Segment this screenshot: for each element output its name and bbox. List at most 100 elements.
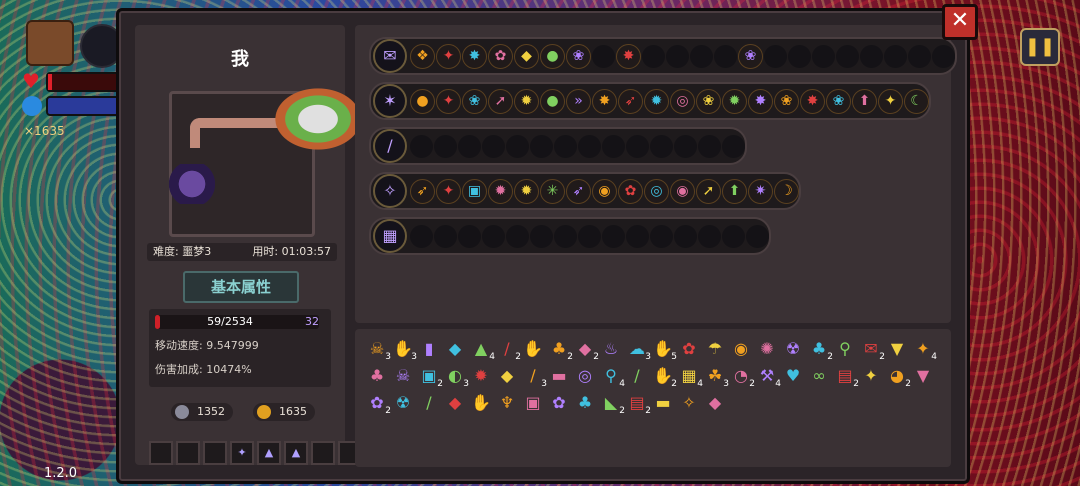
spell-slot[interactable]: ❖ — [410, 43, 435, 69]
inventory-item[interactable]: ◣ 2 — [599, 391, 625, 416]
inventory-item[interactable]: ◆ — [443, 337, 467, 360]
spell-slot[interactable]: ✹ — [514, 88, 539, 114]
inventory-item[interactable]: ♣ — [365, 364, 389, 387]
wand-icon[interactable]: ▦ — [373, 219, 407, 253]
spell-slot[interactable]: ❀ — [696, 88, 721, 114]
spell-slot[interactable]: ◆ — [514, 43, 539, 69]
spell-slot[interactable]: ▣ — [462, 178, 487, 204]
empty-spell-slot[interactable] — [602, 224, 625, 248]
inventory-item[interactable]: ▣ — [521, 391, 545, 414]
inventory-item[interactable]: ◆ — [443, 391, 467, 414]
empty-spell-slot[interactable] — [788, 44, 811, 68]
wand-icon[interactable]: / — [373, 129, 407, 163]
inventory-item[interactable]: ☠ — [391, 364, 415, 387]
inventory-item[interactable]: ♣ 2 — [807, 337, 833, 362]
inventory-item[interactable]: ✋ 5 — [651, 337, 677, 362]
spell-slot[interactable]: ✦ — [436, 43, 461, 69]
spell-slot[interactable]: ◉ — [670, 178, 695, 204]
inventory-item[interactable]: ◐ 3 — [443, 364, 469, 389]
spell-slot[interactable]: ✸ — [616, 43, 641, 69]
spell-slot[interactable]: ➶ — [618, 88, 643, 114]
inventory-item[interactable]: ✧ — [677, 391, 701, 414]
consumable-slot[interactable] — [149, 441, 173, 465]
spell-slot[interactable]: ✸ — [748, 88, 773, 114]
inventory-item[interactable]: ♨ — [599, 337, 623, 360]
inventory-item[interactable]: ✦ 4 — [911, 337, 937, 362]
empty-spell-slot[interactable] — [764, 44, 787, 68]
inventory-item[interactable]: ✋ — [469, 391, 493, 414]
spell-slot[interactable]: ✷ — [748, 178, 773, 204]
inventory-item[interactable]: / — [417, 391, 441, 414]
spell-slot[interactable]: ✳ — [540, 178, 565, 204]
consumable-slot[interactable] — [176, 441, 200, 465]
spell-slot[interactable]: ❀ — [774, 88, 799, 114]
inventory-item[interactable]: ♣ 2 — [547, 337, 573, 362]
wand-icon[interactable]: ✉ — [373, 39, 407, 73]
inventory-item[interactable]: ♥ — [781, 364, 805, 387]
inventory-item[interactable]: ▼ — [911, 364, 935, 387]
chest-icon[interactable] — [26, 20, 74, 66]
inventory-item[interactable]: ◎ — [573, 364, 597, 387]
spell-slot[interactable]: ◎ — [644, 178, 669, 204]
empty-spell-slot[interactable] — [530, 134, 553, 158]
spell-slot[interactable]: ✦ — [878, 88, 903, 114]
inventory-item[interactable]: ⚒ 4 — [755, 364, 781, 389]
spell-slot[interactable]: ✦ — [436, 88, 461, 114]
empty-spell-slot[interactable] — [458, 224, 481, 248]
empty-spell-slot[interactable] — [884, 44, 907, 68]
inventory-item[interactable]: ▤ 2 — [625, 391, 651, 416]
empty-spell-slot[interactable] — [482, 224, 505, 248]
inventory-item[interactable]: ✋ 3 — [391, 337, 417, 362]
empty-spell-slot[interactable] — [674, 134, 697, 158]
empty-spell-slot[interactable] — [690, 44, 713, 68]
empty-spell-slot[interactable] — [434, 134, 457, 158]
spell-slot[interactable]: ✸ — [592, 88, 617, 114]
empty-spell-slot[interactable] — [530, 224, 553, 248]
spell-slot[interactable]: ✹ — [644, 88, 669, 114]
inventory-item[interactable]: ⚲ 4 — [599, 364, 625, 389]
spell-slot[interactable]: ● — [540, 43, 565, 69]
spell-slot[interactable]: ◉ — [592, 178, 617, 204]
empty-spell-slot[interactable] — [746, 224, 769, 248]
consumable-slot[interactable]: ▲ — [284, 441, 308, 465]
spell-slot[interactable]: ✸ — [462, 43, 487, 69]
empty-spell-slot[interactable] — [458, 134, 481, 158]
inventory-item[interactable]: ☘ 3 — [703, 364, 729, 389]
inventory-item[interactable]: ▣ 2 — [417, 364, 443, 389]
inventory-item[interactable]: ▲ 4 — [469, 337, 495, 362]
inventory-item[interactable]: ◆ 2 — [573, 337, 599, 362]
empty-spell-slot[interactable] — [908, 44, 931, 68]
empty-spell-slot[interactable] — [642, 44, 665, 68]
empty-spell-slot[interactable] — [506, 224, 529, 248]
empty-spell-slot[interactable] — [932, 44, 955, 68]
empty-spell-slot[interactable] — [578, 224, 601, 248]
inventory-item[interactable]: ☢ — [781, 337, 805, 360]
inventory-item[interactable]: ☂ — [703, 337, 727, 360]
empty-spell-slot[interactable] — [714, 44, 737, 68]
spell-slot[interactable]: ● — [410, 88, 435, 114]
empty-spell-slot[interactable] — [860, 44, 883, 68]
spell-slot[interactable]: ☾ — [904, 88, 929, 114]
inventory-item[interactable]: ✉ 2 — [859, 337, 885, 362]
consumable-slot[interactable] — [203, 441, 227, 465]
empty-spell-slot[interactable] — [722, 134, 745, 158]
close-button[interactable]: ✕ — [942, 4, 978, 40]
spell-slot[interactable]: » — [566, 88, 591, 114]
inventory-item[interactable]: ∞ — [807, 364, 831, 387]
spell-slot[interactable]: ✹ — [514, 178, 539, 204]
empty-spell-slot[interactable] — [482, 134, 505, 158]
spell-slot[interactable]: ➚ — [696, 178, 721, 204]
empty-spell-slot[interactable] — [698, 134, 721, 158]
inventory-item[interactable]: ✦ — [859, 364, 883, 387]
empty-spell-slot[interactable] — [434, 224, 457, 248]
empty-spell-slot[interactable] — [626, 224, 649, 248]
pause-button[interactable]: ❚❚ — [1020, 28, 1060, 66]
empty-spell-slot[interactable] — [650, 224, 673, 248]
empty-spell-slot[interactable] — [650, 134, 673, 158]
spell-slot[interactable]: ❀ — [462, 88, 487, 114]
spell-slot[interactable]: ✦ — [436, 178, 461, 204]
inventory-item[interactable]: ▮ — [417, 337, 441, 360]
inventory-item[interactable]: ✋ — [521, 337, 545, 360]
inventory-item[interactable]: /2 — [495, 337, 521, 362]
spell-slot[interactable]: ◎ — [670, 88, 695, 114]
